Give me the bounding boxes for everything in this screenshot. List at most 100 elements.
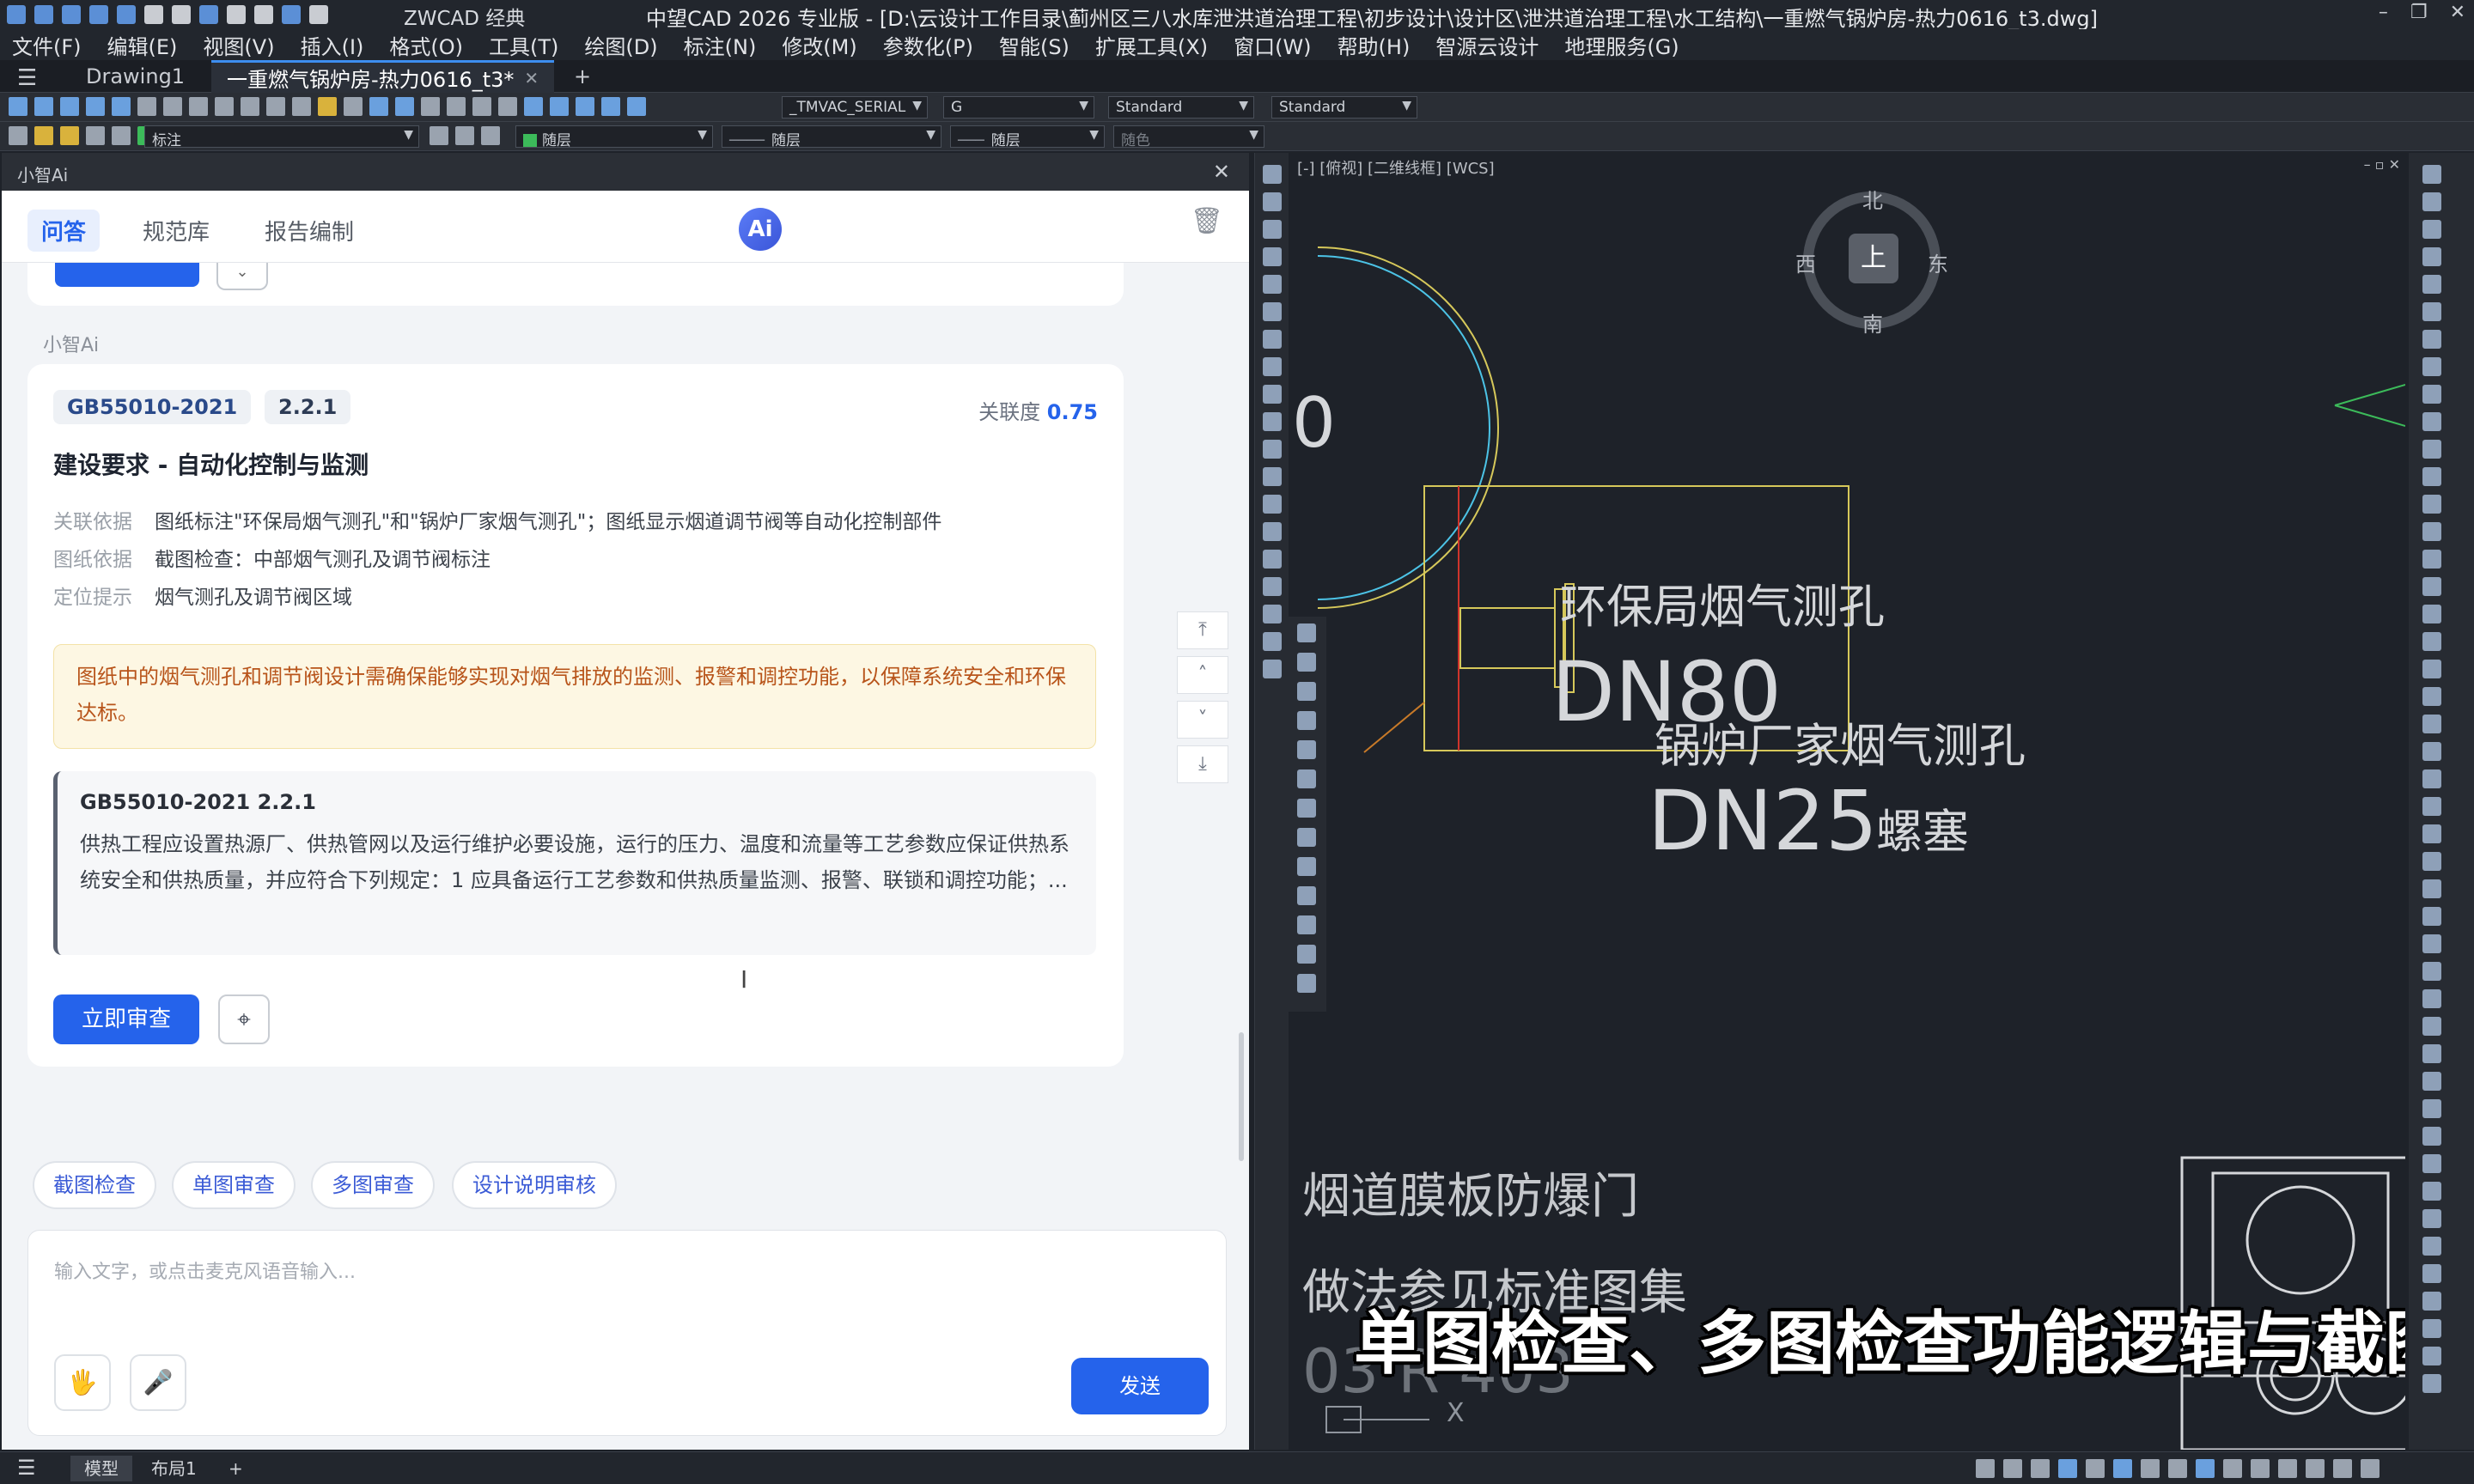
- compass-north[interactable]: 北: [1862, 184, 1883, 214]
- layer-freeze-icon[interactable]: [60, 126, 79, 145]
- stretch-icon[interactable]: [1297, 857, 1316, 876]
- snap-icon[interactable]: [1976, 1459, 1995, 1478]
- workspace-name[interactable]: ZWCAD 经典: [404, 2, 525, 31]
- distance-icon[interactable]: [2422, 467, 2441, 486]
- transparency-icon[interactable]: [2196, 1459, 2215, 1478]
- chip-multi-review[interactable]: 多图审查: [311, 1161, 435, 1209]
- add-layout-tab[interactable]: +: [215, 1456, 257, 1481]
- close-button[interactable]: ✕: [2450, 2, 2465, 23]
- restore-button[interactable]: ❐: [2410, 2, 2428, 23]
- fillet-icon[interactable]: [1297, 945, 1316, 964]
- layer-previous-icon[interactable]: [455, 126, 474, 145]
- extend-icon[interactable]: [1297, 915, 1316, 934]
- layer-props-icon[interactable]: [2422, 247, 2441, 266]
- status-menu-icon[interactable]: ☰: [17, 1456, 36, 1480]
- design-center-icon[interactable]: [550, 97, 569, 116]
- hyperlink-icon[interactable]: [2422, 962, 2441, 981]
- region-icon[interactable]: [1263, 605, 1282, 623]
- zoom-previous-icon[interactable]: [498, 97, 517, 116]
- zoom-all-icon[interactable]: [2422, 192, 2441, 211]
- redo-icon[interactable]: [395, 97, 414, 116]
- open-icon[interactable]: [34, 97, 53, 116]
- compass-east[interactable]: 东: [1928, 247, 1948, 277]
- make-current-icon[interactable]: [430, 126, 448, 145]
- sheet-icon[interactable]: [2422, 1017, 2441, 1036]
- dim-style-select[interactable]: G ▼: [943, 96, 1094, 119]
- sheet-set-icon[interactable]: [601, 97, 620, 116]
- zoom-window-icon[interactable]: [472, 97, 491, 116]
- redo-icon[interactable]: [254, 5, 273, 24]
- hatch-edit-icon[interactable]: [2422, 687, 2441, 706]
- annotation-scale-icon[interactable]: [2251, 1459, 2270, 1478]
- etransmit-icon[interactable]: [2422, 1072, 2441, 1091]
- layer-plot-icon[interactable]: [112, 126, 131, 145]
- ungroup-icon[interactable]: [2422, 605, 2441, 623]
- undo-icon[interactable]: [369, 97, 388, 116]
- selection-cycling-icon[interactable]: [2223, 1459, 2242, 1478]
- options-icon[interactable]: [2422, 1237, 2441, 1256]
- named-views-icon[interactable]: [2422, 220, 2441, 239]
- chip-screenshot-check[interactable]: 截图检查: [33, 1161, 156, 1209]
- pdf-underlay-icon[interactable]: [2422, 879, 2441, 898]
- menu-insert[interactable]: 插入(I): [301, 30, 364, 60]
- polar-icon[interactable]: [2058, 1459, 2077, 1478]
- tab-qa[interactable]: 问答: [27, 210, 101, 252]
- mtext-icon[interactable]: [1263, 660, 1282, 678]
- plotstyle-select[interactable]: 随色 ▼: [1113, 125, 1264, 148]
- group-icon[interactable]: [2422, 577, 2441, 596]
- arc-icon[interactable]: [1263, 302, 1282, 321]
- layer-delete-icon[interactable]: [2422, 385, 2441, 404]
- area-icon[interactable]: [2422, 440, 2441, 459]
- compass-west[interactable]: 西: [1795, 247, 1816, 277]
- spline-icon[interactable]: [1263, 385, 1282, 404]
- measure-icon[interactable]: [2422, 412, 2441, 431]
- ray-icon[interactable]: [1263, 192, 1282, 211]
- attribute-edit-icon[interactable]: [2422, 769, 2441, 788]
- publish-web-icon[interactable]: [2422, 1044, 2441, 1063]
- mirror-icon[interactable]: [1297, 682, 1316, 701]
- minimize-button[interactable]: –: [2379, 2, 2388, 23]
- copy-icon[interactable]: [266, 97, 285, 116]
- save-icon[interactable]: [89, 5, 108, 24]
- new-file-icon[interactable]: [34, 5, 53, 24]
- customize-icon[interactable]: [2361, 1459, 2380, 1478]
- isolate-icon[interactable]: [2306, 1459, 2325, 1478]
- recover-icon[interactable]: [2422, 1182, 2441, 1201]
- workspace-icon[interactable]: [2278, 1459, 2297, 1478]
- layer-lock-icon[interactable]: [86, 126, 105, 145]
- paste-icon[interactable]: [292, 97, 311, 116]
- menu-edit[interactable]: 编辑(E): [107, 30, 178, 60]
- plugin-icon[interactable]: [2422, 1264, 2441, 1283]
- compass-south[interactable]: 南: [1862, 307, 1883, 338]
- send-button[interactable]: 发送: [1071, 1358, 1209, 1414]
- menu-help[interactable]: 帮助(H): [1338, 30, 1411, 60]
- gradient-icon[interactable]: [1263, 577, 1282, 596]
- zoom-realtime-icon[interactable]: [447, 97, 466, 116]
- drawing-canvas[interactable]: [-] [俯视] [二维线框] [WCS] – ▫ ✕ 0 环保局烟气测孔 DN…: [1292, 153, 2405, 1450]
- layer-manager-icon[interactable]: [9, 126, 27, 145]
- share-icon[interactable]: [2422, 1319, 2441, 1338]
- layout1-tab[interactable]: 布局1: [137, 1456, 210, 1481]
- scroll-top-icon[interactable]: ⤒: [1177, 611, 1228, 649]
- properties-icon[interactable]: [524, 97, 543, 116]
- close-tab-icon[interactable]: ✕: [524, 68, 539, 88]
- lineweight-select[interactable]: ─── 随层 ▼: [950, 125, 1105, 148]
- layer-iso-icon[interactable]: [2422, 275, 2441, 294]
- dyn-icon[interactable]: [2141, 1459, 2160, 1478]
- menu-parametric[interactable]: 参数化(P): [883, 30, 973, 60]
- units-icon[interactable]: [2422, 1209, 2441, 1228]
- tab-drawing1[interactable]: Drawing1: [70, 60, 200, 93]
- plot-icon[interactable]: [189, 97, 208, 116]
- layer-off-icon[interactable]: [2422, 302, 2441, 321]
- lineweight-toggle-icon[interactable]: [2168, 1459, 2187, 1478]
- settings-gear-icon[interactable]: [1297, 974, 1316, 993]
- multileader-style-select[interactable]: Standard ▼: [1271, 96, 1417, 119]
- list-icon[interactable]: [2422, 495, 2441, 514]
- audit-icon[interactable]: [2422, 1154, 2441, 1173]
- image-icon[interactable]: [2422, 852, 2441, 871]
- id-point-icon[interactable]: [2422, 522, 2441, 541]
- preview-icon[interactable]: [163, 97, 182, 116]
- field-icon[interactable]: [2422, 934, 2441, 953]
- layer-select[interactable]: 标注 ▼: [144, 125, 419, 148]
- menu-smart[interactable]: 智能(S): [999, 30, 1069, 60]
